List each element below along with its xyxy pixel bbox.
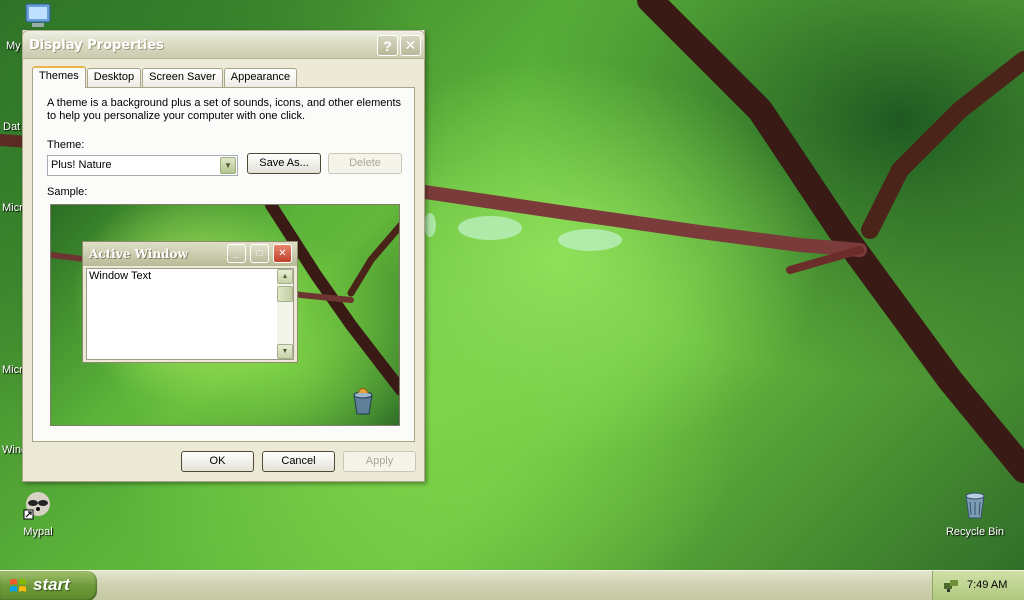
theme-sample-preview: Active Window _ □ ✕ Window Text ▲ ▼ (50, 204, 400, 426)
start-button[interactable]: start (0, 571, 97, 600)
title-bar[interactable]: Display Properties ? ✕ (22, 30, 425, 59)
theme-select-value: Plus! Nature (51, 159, 112, 171)
desktop-icon-recycle-bin[interactable]: Recycle Bin (937, 488, 1013, 538)
recycle-bin-icon (965, 492, 985, 519)
theme-label: Theme: (47, 139, 85, 151)
theme-select[interactable]: Plus! Nature ▼ (47, 155, 238, 176)
maximize-icon: □ (250, 244, 269, 263)
sample-window-title: Active Window (89, 247, 188, 261)
system-tray: 7:49 AM (932, 571, 1024, 600)
taskbar: start 7:49 AM (0, 570, 1024, 600)
close-button[interactable]: ✕ (400, 35, 421, 56)
desktop-label-clipped: My (6, 40, 21, 52)
sample-window-body: Window Text ▲ ▼ (86, 268, 294, 360)
desktop-label-clipped: Micr (2, 202, 23, 214)
clock[interactable]: 7:49 AM (967, 579, 1007, 591)
sample-window-text: Window Text (89, 270, 152, 282)
raccoon-icon (23, 492, 50, 520)
tab-desktop[interactable]: Desktop (86, 68, 142, 87)
theme-description: A theme is a background plus a set of so… (47, 97, 402, 122)
scroll-down-icon: ▼ (277, 344, 293, 359)
chevron-down-icon[interactable]: ▼ (220, 157, 236, 174)
save-as-button[interactable]: Save As... (247, 153, 321, 174)
themes-panel: A theme is a background plus a set of so… (32, 87, 415, 442)
apply-button[interactable]: Apply (343, 451, 416, 472)
sample-title-bar: Active Window _ □ ✕ (83, 242, 297, 266)
desktop-icon-label: Recycle Bin (945, 526, 1005, 538)
desktop-label-clipped: Dat (3, 121, 21, 133)
scroll-up-icon: ▲ (277, 269, 293, 284)
delete-button[interactable]: Delete (328, 153, 402, 174)
close-icon: ✕ (273, 244, 292, 263)
desktop-icon-mypal[interactable]: Mypal (0, 488, 76, 538)
tab-strip: Themes Desktop Screen Saver Appearance (32, 66, 298, 88)
sample-label: Sample: (47, 186, 88, 198)
window-title: Display Properties (29, 38, 164, 53)
tab-themes[interactable]: Themes (32, 66, 86, 88)
help-button[interactable]: ? (377, 35, 398, 56)
scroll-thumb (277, 286, 293, 302)
desktop-icon-label: Mypal (23, 526, 53, 538)
start-label: start (33, 575, 70, 594)
recycle-bin-icon (353, 388, 373, 415)
my-computer-icon[interactable] (24, 2, 54, 30)
network-icon[interactable] (943, 578, 959, 594)
close-icon: ✕ (404, 37, 417, 53)
display-properties-window: Display Properties ? ✕ Themes Desktop Sc… (22, 30, 425, 482)
cancel-button[interactable]: Cancel (262, 451, 335, 472)
desktop-label-clipped: Micr (2, 364, 23, 376)
tab-appearance[interactable]: Appearance (223, 68, 298, 87)
sample-active-window: Active Window _ □ ✕ Window Text ▲ ▼ (82, 241, 298, 363)
sample-scrollbar: ▲ ▼ (277, 269, 293, 359)
minimize-icon: _ (227, 244, 246, 263)
ok-button[interactable]: OK (181, 451, 254, 472)
tab-screen-saver[interactable]: Screen Saver (142, 68, 223, 87)
windows-logo-icon (10, 579, 26, 592)
help-icon: ? (383, 37, 392, 54)
